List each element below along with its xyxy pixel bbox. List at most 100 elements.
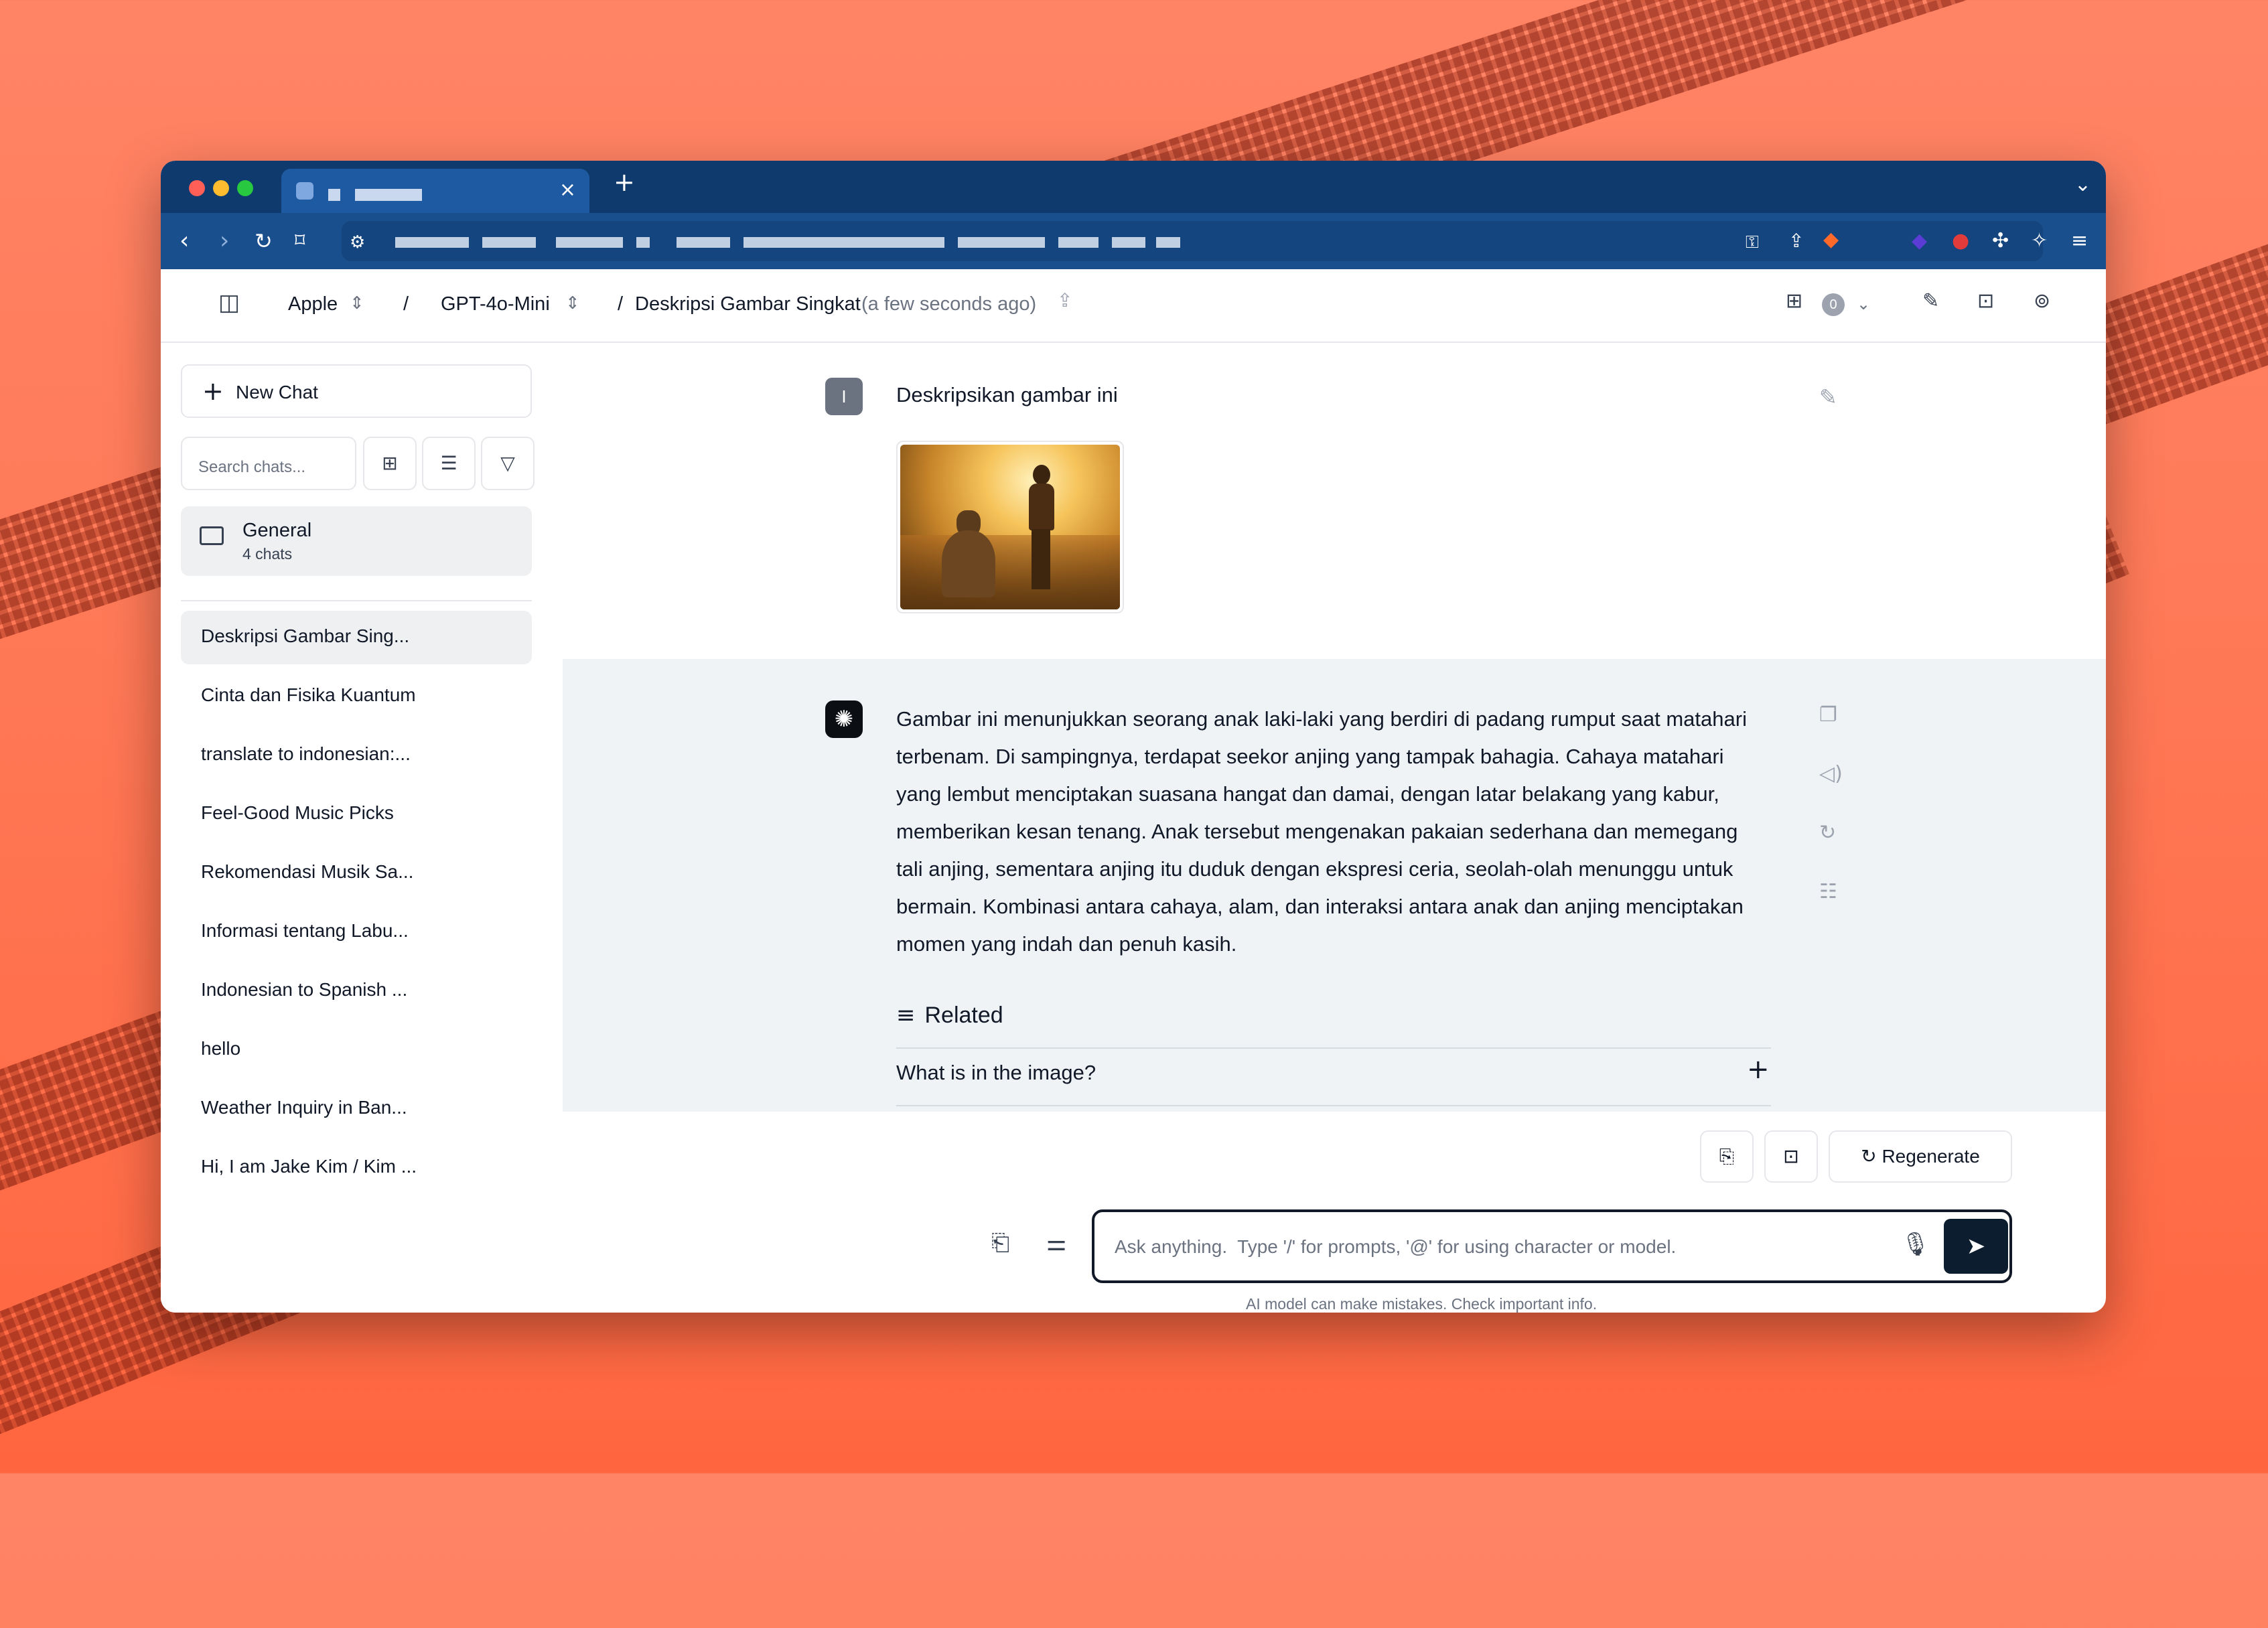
divider xyxy=(896,1105,1771,1106)
pokeball-extension-icon[interactable]: ● xyxy=(1952,228,1969,254)
chat-list-item[interactable]: translate to indonesian:... xyxy=(181,729,532,782)
ai-sparkle-icon[interactable]: ✧ xyxy=(2031,228,2048,254)
extension-icon[interactable]: ◆ xyxy=(1912,228,1927,254)
chat-title[interactable]: Deskripsi Gambar Singkat xyxy=(635,293,861,315)
model-selector[interactable]: GPT-4o-Mini xyxy=(441,293,550,315)
refresh-icon: ↻ xyxy=(1861,1145,1877,1167)
new-tab-button[interactable]: + xyxy=(614,167,635,197)
chat-list-item[interactable]: hello xyxy=(181,1023,532,1077)
continue-response-button[interactable]: ⎘ xyxy=(1700,1130,1754,1183)
edit-pen-icon[interactable]: ✎ xyxy=(1922,289,1939,313)
redacted-url xyxy=(677,237,730,248)
chat-list-item[interactable]: Rekomendasi Musik Sa... xyxy=(181,846,532,900)
extensions-puzzle-icon[interactable]: ✣ xyxy=(1992,228,2009,254)
related-question[interactable]: What is in the image? xyxy=(896,1061,1096,1085)
chat-list-item[interactable]: Informasi tentang Labu... xyxy=(181,905,532,959)
site-settings-icon[interactable]: ⚙ xyxy=(350,229,365,256)
plus-icon: + xyxy=(202,376,224,406)
regenerate-button[interactable]: ↻ Regenerate xyxy=(1829,1130,2012,1183)
message-input[interactable] xyxy=(1113,1230,1853,1264)
redacted-tab-title xyxy=(355,189,422,201)
brave-shield-icon[interactable]: ◆ xyxy=(1823,226,1839,253)
terminal-icon[interactable]: ⊡ xyxy=(1977,289,1994,313)
chat-timestamp: (a few seconds ago) xyxy=(861,293,1037,315)
message-composer: 🎙 ➤ xyxy=(1092,1209,2012,1283)
close-tab-icon[interactable]: × xyxy=(559,178,576,202)
copy-icon[interactable]: ❐ xyxy=(1819,703,1837,727)
tab-favicon-icon xyxy=(296,182,313,200)
breadcrumb-separator: / xyxy=(403,293,409,315)
chat-list: Deskripsi Gambar Sing... Cinta dan Fisik… xyxy=(181,611,532,1200)
microphone-icon[interactable]: 🎙 xyxy=(1901,1231,1930,1258)
sidebar: + New Chat Search chats... ⊞ ☰ ▽ General… xyxy=(161,343,535,1313)
plus-icon[interactable]: + xyxy=(1747,1054,1770,1085)
settings-sliders-icon[interactable]: ☷ xyxy=(1819,880,1837,903)
user-avatar: I xyxy=(825,378,863,415)
select-chats-button[interactable]: ☰ xyxy=(422,437,476,490)
new-folder-button[interactable]: ⊞ xyxy=(363,437,417,490)
file-arrow-icon: ⎘ xyxy=(1719,1145,1735,1167)
folder-plus-icon: ⊞ xyxy=(382,452,398,474)
chat-list-item[interactable]: Weather Inquiry in Ban... xyxy=(181,1082,532,1136)
menu-icon[interactable]: ≡ xyxy=(2071,228,2088,254)
workspace-chevron-icon[interactable]: ⇕ xyxy=(350,293,364,313)
maximize-window-button[interactable] xyxy=(237,180,253,196)
filter-icon: ▽ xyxy=(500,452,515,474)
generate-image-button[interactable]: ⊡ xyxy=(1764,1130,1818,1183)
key-icon[interactable]: ⚿ xyxy=(1746,229,1759,256)
breadcrumb-separator: / xyxy=(618,293,624,315)
folder-general[interactable]: General 4 chats xyxy=(181,506,532,576)
bookmark-icon[interactable]: ⌑ xyxy=(295,228,305,254)
redacted-url xyxy=(1058,237,1098,248)
tab-list-chevron-icon[interactable]: ⌄ xyxy=(2074,173,2091,196)
redacted-url xyxy=(395,237,469,248)
related-heading-label: Related xyxy=(924,1003,1003,1028)
back-icon[interactable]: ‹ xyxy=(180,228,189,254)
speaker-icon[interactable]: ◁) xyxy=(1819,762,1843,786)
workspace-selector[interactable]: Apple xyxy=(288,293,338,315)
browser-tab[interactable]: × xyxy=(281,169,589,213)
redacted-url xyxy=(958,237,1045,248)
redacted-url xyxy=(556,237,623,248)
divider xyxy=(181,600,532,601)
redacted-url xyxy=(743,237,944,248)
folder-icon xyxy=(200,526,224,545)
chat-list-item[interactable]: Cinta dan Fisika Kuantum xyxy=(181,670,532,723)
chat-list-item[interactable]: Indonesian to Spanish ... xyxy=(181,964,532,1018)
paper-plane-icon: ➤ xyxy=(1966,1233,1986,1260)
sidebar-toggle-icon[interactable]: ◫ xyxy=(218,289,240,316)
new-chat-button[interactable]: + New Chat xyxy=(181,364,532,418)
chat-list-item[interactable]: Deskripsi Gambar Sing... xyxy=(181,611,532,664)
related-heading: ≡ Related xyxy=(896,1002,1003,1029)
chat-list-item[interactable]: Hi, I am Jake Kim / Kim ... xyxy=(181,1141,532,1195)
redacted-url xyxy=(1156,237,1180,248)
model-chevron-icon[interactable]: ⇕ xyxy=(565,293,580,313)
address-bar[interactable]: ⚙ ⚿ ⇪ ◆ xyxy=(342,221,2043,261)
related-list-icon: ≡ xyxy=(896,1002,916,1029)
regenerate-icon[interactable]: ↻ xyxy=(1819,821,1836,844)
edit-message-icon[interactable]: ✎ xyxy=(1819,384,1837,410)
attached-image[interactable] xyxy=(896,441,1124,613)
share-icon[interactable]: ⇪ xyxy=(1788,228,1804,254)
widgets-icon[interactable]: ⊞ xyxy=(1786,289,1802,313)
share-chat-icon[interactable]: ⇪ xyxy=(1057,289,1072,311)
redacted-url xyxy=(636,237,650,248)
send-button[interactable]: ➤ xyxy=(1944,1219,2008,1274)
clipboard-icon[interactable]: ⎗ xyxy=(991,1230,1009,1256)
search-chats-input[interactable]: Search chats... xyxy=(181,437,356,490)
divider xyxy=(896,1047,1771,1049)
controls-sliders-icon[interactable]: ⚌ xyxy=(1046,1230,1066,1256)
redacted-url xyxy=(1112,237,1145,248)
assistant-message: ✺ Gambar ini menunjukkan seorang anak la… xyxy=(563,659,2106,1112)
reload-icon[interactable]: ↻ xyxy=(255,228,273,254)
forward-icon[interactable]: › xyxy=(220,228,229,254)
profile-icon[interactable]: ⊚ xyxy=(2034,289,2050,313)
tab-bar: × + ⌄ xyxy=(161,161,2106,213)
chat-list-item[interactable]: Feel-Good Music Picks xyxy=(181,788,532,841)
chevron-down-icon[interactable]: ⌄ xyxy=(1857,295,1870,313)
folder-name: General xyxy=(242,520,312,541)
filter-button[interactable]: ▽ xyxy=(481,437,535,490)
boy-and-dog-sunset-photo xyxy=(900,445,1120,609)
close-window-button[interactable] xyxy=(189,180,205,196)
minimize-window-button[interactable] xyxy=(213,180,229,196)
